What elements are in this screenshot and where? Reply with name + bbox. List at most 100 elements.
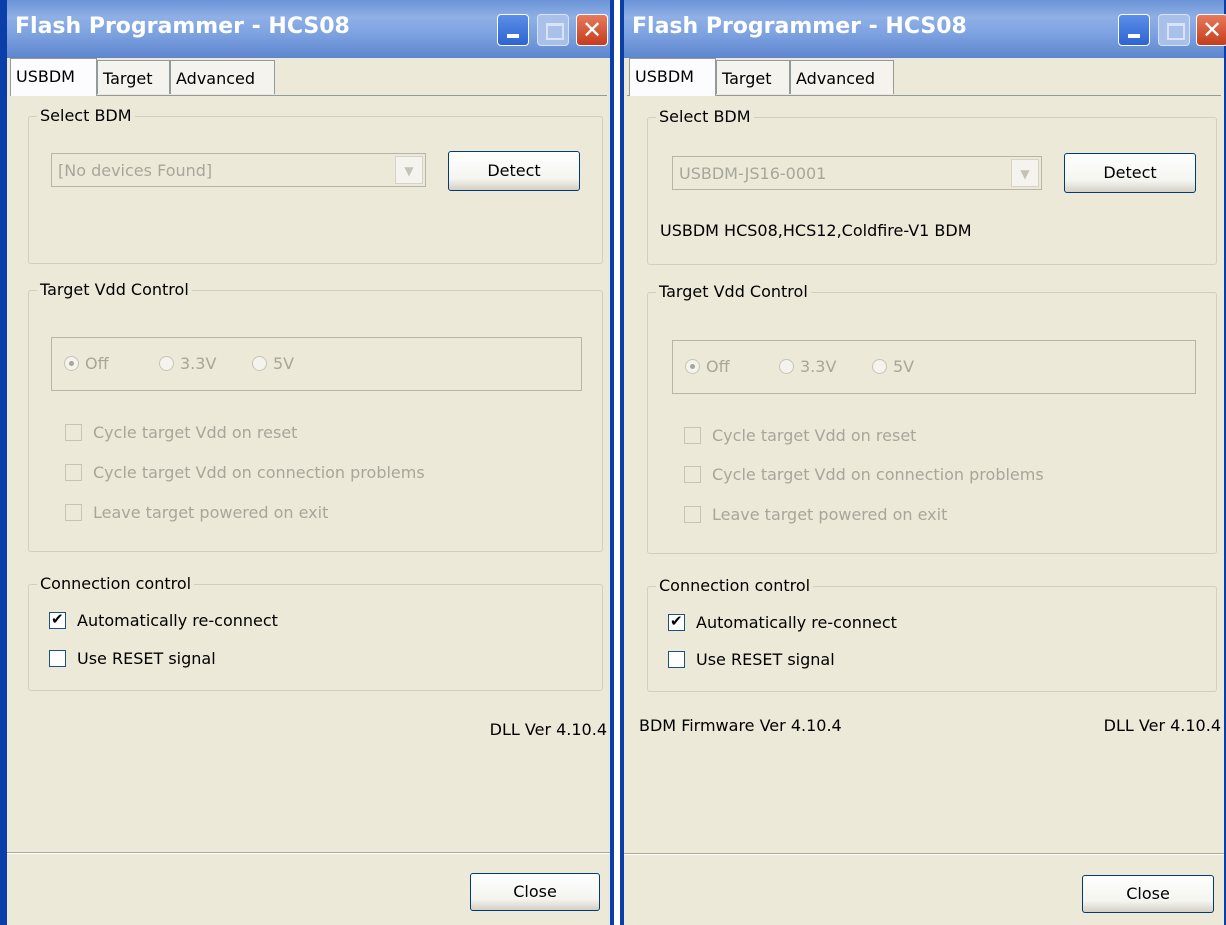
- bdm-select-value: USBDM-JS16-0001: [679, 164, 827, 183]
- vdd-radio-5v-label: 5V: [273, 354, 295, 373]
- select-bdm-label: Select BDM: [656, 107, 754, 126]
- leave-powered-checkbox: Leave target powered on exit: [65, 503, 328, 522]
- chevron-down-icon: ▼: [1011, 159, 1039, 187]
- leave-powered-checkbox: Leave target powered on exit: [684, 505, 947, 524]
- footer-separator: [624, 853, 1224, 855]
- target-vdd-label: Target Vdd Control: [37, 280, 192, 299]
- connection-control-group: Connection control Automatically re-conn…: [28, 574, 603, 691]
- cycle-vdd-on-reset-label: Cycle target Vdd on reset: [93, 423, 298, 442]
- minimize-icon: [1128, 34, 1140, 38]
- vdd-radio-5v: 5V: [872, 357, 914, 376]
- tab-target[interactable]: Target: [97, 60, 170, 94]
- radio-icon: [779, 359, 794, 374]
- window-title: Flash Programmer - HCS08: [15, 14, 350, 39]
- maximize-button: [537, 14, 569, 46]
- detect-button[interactable]: Detect: [1064, 153, 1196, 193]
- target-vdd-group: Target Vdd Control Off 3.3V 5V Cycle tar…: [28, 280, 603, 552]
- checkbox-icon: [684, 466, 701, 483]
- leave-powered-label: Leave target powered on exit: [712, 505, 948, 524]
- tab-target[interactable]: Target: [716, 60, 790, 94]
- close-button-label: Close: [513, 882, 557, 901]
- title-bar[interactable]: Flash Programmer - HCS08 ✕: [7, 0, 610, 58]
- bdm-select[interactable]: [No devices Found] ▼: [51, 153, 426, 187]
- checkbox-icon: [65, 424, 82, 441]
- maximize-button: [1158, 14, 1190, 46]
- checkbox-icon: [684, 427, 701, 444]
- title-bar[interactable]: Flash Programmer - HCS08 ✕: [624, 0, 1226, 58]
- radio-icon: [252, 356, 267, 371]
- close-window-button[interactable]: ✕: [1196, 14, 1226, 46]
- dll-version: DLL Ver 4.10.4: [1103, 716, 1221, 735]
- use-reset-label: Use RESET signal: [696, 650, 835, 669]
- flash-programmer-window-right: Flash Programmer - HCS08 ✕ USBDM Target …: [620, 0, 1226, 925]
- footer-separator: [7, 852, 610, 854]
- dll-version: DLL Ver 4.10.4: [489, 720, 607, 739]
- target-vdd-group: Target Vdd Control Off 3.3V 5V Cycle tar…: [647, 282, 1217, 554]
- use-reset-label: Use RESET signal: [77, 649, 216, 668]
- bdm-select-value: [No devices Found]: [58, 161, 213, 180]
- close-button-label: Close: [1126, 884, 1170, 903]
- maximize-icon: [546, 23, 564, 40]
- maximize-icon: [1167, 23, 1185, 40]
- tab-advanced[interactable]: Advanced: [170, 60, 275, 94]
- radio-selected-icon: [685, 359, 700, 374]
- minimize-button[interactable]: [1118, 14, 1150, 46]
- checkmark-icon: [49, 610, 66, 629]
- cycle-vdd-on-problems-checkbox: Cycle target Vdd on connection problems: [684, 465, 1044, 484]
- leave-powered-label: Leave target powered on exit: [93, 503, 329, 522]
- vdd-radio-3v3-label: 3.3V: [800, 357, 837, 376]
- vdd-radio-5v: 5V: [252, 354, 294, 373]
- vdd-radio-off-label: Off: [706, 357, 730, 376]
- cycle-vdd-on-reset-checkbox: Cycle target Vdd on reset: [65, 423, 297, 442]
- auto-reconnect-label: Automatically re-connect: [696, 613, 897, 632]
- cycle-vdd-on-reset-label: Cycle target Vdd on reset: [712, 426, 917, 445]
- close-button[interactable]: Close: [1082, 875, 1214, 913]
- bdm-select[interactable]: USBDM-JS16-0001 ▼: [672, 156, 1042, 190]
- auto-reconnect-checkbox[interactable]: Automatically re-connect: [668, 612, 897, 632]
- connection-control-label: Connection control: [656, 576, 814, 595]
- checkbox-icon: [684, 506, 701, 523]
- radio-selected-icon: [64, 356, 79, 371]
- select-bdm-label: Select BDM: [37, 106, 135, 125]
- tab-advanced[interactable]: Advanced: [790, 60, 894, 94]
- vdd-radio-group: Off 3.3V 5V: [672, 340, 1196, 394]
- cycle-vdd-on-problems-label: Cycle target Vdd on connection problems: [93, 463, 425, 482]
- auto-reconnect-checkbox[interactable]: Automatically re-connect: [49, 610, 278, 630]
- vdd-radio-off: Off: [64, 354, 109, 373]
- firmware-version: BDM Firmware Ver 4.10.4: [639, 716, 842, 735]
- tab-usbdm[interactable]: USBDM: [629, 58, 716, 96]
- vdd-radio-3v3: 3.3V: [159, 354, 216, 373]
- checkbox-icon: [65, 504, 82, 521]
- radio-icon: [872, 359, 887, 374]
- chevron-down-icon: ▼: [395, 156, 423, 184]
- window-title: Flash Programmer - HCS08: [632, 14, 967, 39]
- target-vdd-label: Target Vdd Control: [656, 282, 811, 301]
- close-button[interactable]: Close: [470, 873, 600, 911]
- checkbox-icon: [49, 650, 66, 667]
- cycle-vdd-on-problems-label: Cycle target Vdd on connection problems: [712, 465, 1044, 484]
- connection-control-label: Connection control: [37, 574, 195, 593]
- bdm-description: USBDM HCS08,HCS12,Coldfire-V1 BDM: [660, 221, 972, 240]
- close-window-button[interactable]: ✕: [576, 14, 608, 46]
- usbdm-tab-panel: Select BDM USBDM-JS16-0001 ▼ Detect USBD…: [627, 95, 1221, 833]
- vdd-radio-3v3: 3.3V: [779, 357, 836, 376]
- minimize-button[interactable]: [497, 14, 529, 46]
- auto-reconnect-label: Automatically re-connect: [77, 611, 278, 630]
- minimize-icon: [507, 34, 519, 38]
- detect-button-label: Detect: [487, 161, 541, 180]
- vdd-radio-off-label: Off: [85, 354, 109, 373]
- checkbox-icon: [668, 651, 685, 668]
- vdd-radio-off: Off: [685, 357, 730, 376]
- radio-icon: [159, 356, 174, 371]
- close-icon: ✕: [581, 16, 603, 44]
- detect-button-label: Detect: [1103, 163, 1157, 182]
- detect-button[interactable]: Detect: [448, 151, 580, 191]
- cycle-vdd-on-problems-checkbox: Cycle target Vdd on connection problems: [65, 463, 425, 482]
- vdd-radio-5v-label: 5V: [893, 357, 915, 376]
- use-reset-checkbox[interactable]: Use RESET signal: [668, 650, 835, 669]
- checkbox-icon: [65, 464, 82, 481]
- flash-programmer-window-left: Flash Programmer - HCS08 ✕ USBDM Target …: [0, 0, 614, 925]
- tab-usbdm[interactable]: USBDM: [10, 58, 97, 96]
- vdd-radio-3v3-label: 3.3V: [180, 354, 217, 373]
- use-reset-checkbox[interactable]: Use RESET signal: [49, 649, 216, 668]
